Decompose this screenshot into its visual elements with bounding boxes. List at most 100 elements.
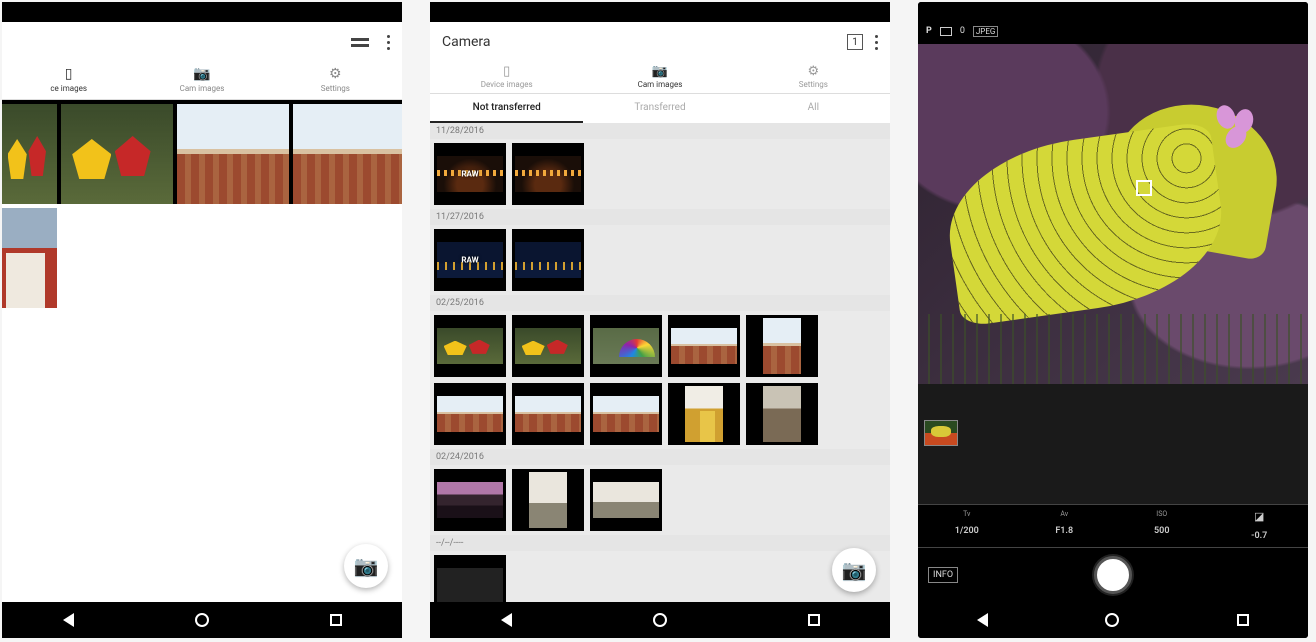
- image-thumb[interactable]: [590, 383, 662, 445]
- date-header: 02/25/2016: [430, 295, 890, 311]
- shoot-info-bar: P 0 JPEG: [918, 18, 1308, 44]
- overflow-menu-icon[interactable]: [875, 35, 878, 50]
- shots-count: 0: [960, 26, 965, 36]
- image-thumb[interactable]: [512, 383, 584, 445]
- image-thumb[interactable]: [746, 383, 818, 445]
- nav-back[interactable]: [501, 613, 512, 627]
- focus-point[interactable]: [1136, 180, 1152, 196]
- device-gallery: ▯ ce images 📷 Cam images ⚙ Settings: [2, 2, 402, 638]
- image-thumb[interactable]: RAW: [434, 229, 506, 291]
- screen: Camera 1 ▯Device images 📷Cam images ⚙Set…: [430, 22, 890, 602]
- toolbar: Camera 1: [430, 22, 890, 62]
- nav-recent[interactable]: [330, 614, 342, 626]
- grid-row: [2, 104, 402, 204]
- tab-settings[interactable]: ⚙ Settings: [269, 62, 402, 99]
- param-tv[interactable]: Tv 1/200: [918, 505, 1016, 547]
- exposure-comp-icon: ◪: [1211, 510, 1309, 523]
- phone-icon: ▯: [2, 66, 135, 82]
- image-thumb[interactable]: [512, 315, 584, 377]
- image-thumb[interactable]: [434, 469, 506, 531]
- image-thumb[interactable]: [512, 229, 584, 291]
- tab-label: Settings: [321, 84, 350, 93]
- date-header: 11/27/2016: [430, 209, 890, 225]
- image-thumb[interactable]: [61, 104, 173, 204]
- exposure-params: Tv 1/200 Av F1.8 ISO 500 ◪ -0.7: [918, 504, 1308, 548]
- nav-home[interactable]: [1105, 613, 1119, 627]
- image-thumb[interactable]: [434, 315, 506, 377]
- gear-icon: ⚙: [269, 66, 402, 82]
- image-thumb[interactable]: [668, 315, 740, 377]
- nav-back[interactable]: [977, 613, 988, 627]
- image-thumb[interactable]: RAW: [434, 143, 506, 205]
- screen: ▯ ce images 📷 Cam images ⚙ Settings: [2, 22, 402, 602]
- tab-device-images[interactable]: ▯Device images: [430, 62, 583, 93]
- image-thumb[interactable]: [293, 104, 402, 204]
- count-badge[interactable]: 1: [847, 34, 863, 50]
- shoot-mode: P: [926, 26, 932, 36]
- nav-home[interactable]: [653, 613, 667, 627]
- image-thumb[interactable]: [434, 383, 506, 445]
- nav-home[interactable]: [195, 613, 209, 627]
- thumb-row: [430, 551, 890, 602]
- top-tabs: ▯Device images 📷Cam images ⚙Settings: [430, 62, 890, 94]
- image-thumb[interactable]: [512, 143, 584, 205]
- camera-fab[interactable]: 📷: [344, 544, 388, 588]
- param-exposure-comp[interactable]: ◪ -0.7: [1211, 505, 1309, 547]
- tab-cam-images[interactable]: 📷 Cam images: [135, 62, 268, 99]
- toolbar: [2, 22, 402, 62]
- image-list[interactable]: 11/28/2016 RAW 11/27/2016 RAW 02/25/2016: [430, 123, 890, 602]
- camera-icon: 📷: [842, 558, 867, 582]
- android-navbar: [430, 602, 890, 638]
- last-shot-thumb[interactable]: [924, 420, 958, 446]
- image-thumb[interactable]: [2, 104, 57, 204]
- date-header: 11/28/2016: [430, 123, 890, 139]
- image-thumb[interactable]: [434, 555, 506, 602]
- image-thumb[interactable]: [590, 469, 662, 531]
- top-tabs: ▯ ce images 📷 Cam images ⚙ Settings: [2, 62, 402, 100]
- device-remote-shoot: P 0 JPEG Tv 1/200 Av F1.8: [918, 2, 1308, 638]
- thumb-row: RAW: [430, 139, 890, 209]
- thumb-row: RAW: [430, 225, 890, 295]
- tab-label: Cam images: [180, 84, 225, 93]
- tab-settings[interactable]: ⚙Settings: [737, 62, 890, 93]
- camera-icon: 📷: [354, 554, 379, 578]
- shutter-button[interactable]: [1094, 556, 1132, 594]
- date-header: --/--/----: [430, 535, 890, 551]
- shutter-bar: INFO: [918, 548, 1308, 602]
- filter-all[interactable]: All: [737, 94, 890, 123]
- date-header: 02/24/2016: [430, 449, 890, 465]
- overflow-menu-icon[interactable]: [387, 35, 390, 50]
- image-thumb[interactable]: [2, 208, 57, 308]
- android-navbar: [2, 602, 402, 638]
- page-title: Camera: [442, 34, 835, 50]
- image-thumb[interactable]: [590, 315, 662, 377]
- live-view[interactable]: [918, 44, 1308, 384]
- filter-tabs: Not transferred Transferred All: [430, 94, 890, 123]
- camera-icon: 📷: [135, 66, 268, 82]
- tab-device-images[interactable]: ▯ ce images: [2, 62, 135, 99]
- preview-area: [918, 384, 1308, 504]
- filter-not-transferred[interactable]: Not transferred: [430, 94, 583, 123]
- filter-transferred[interactable]: Transferred: [583, 94, 736, 123]
- tab-label: ce images: [50, 84, 87, 93]
- view-toggle-icon[interactable]: [351, 38, 369, 47]
- image-thumb[interactable]: [512, 469, 584, 531]
- status-bar: [2, 2, 402, 22]
- nav-recent[interactable]: [1237, 614, 1249, 626]
- info-button[interactable]: INFO: [928, 567, 958, 583]
- android-navbar: [918, 602, 1308, 638]
- image-thumb[interactable]: [668, 383, 740, 445]
- tab-label: Device images: [481, 80, 533, 89]
- screen: P 0 JPEG Tv 1/200 Av F1.8: [918, 18, 1308, 602]
- gear-icon: ⚙: [737, 64, 890, 79]
- image-thumb[interactable]: [746, 315, 818, 377]
- nav-recent[interactable]: [808, 614, 820, 626]
- param-av[interactable]: Av F1.8: [1016, 505, 1114, 547]
- format-badge: JPEG: [973, 26, 998, 37]
- image-thumb[interactable]: [177, 104, 289, 204]
- camera-fab[interactable]: 📷: [832, 548, 876, 592]
- tab-cam-images[interactable]: 📷Cam images: [583, 62, 736, 93]
- nav-back[interactable]: [63, 613, 74, 627]
- param-iso[interactable]: ISO 500: [1113, 505, 1211, 547]
- image-grid: 📷: [2, 100, 402, 602]
